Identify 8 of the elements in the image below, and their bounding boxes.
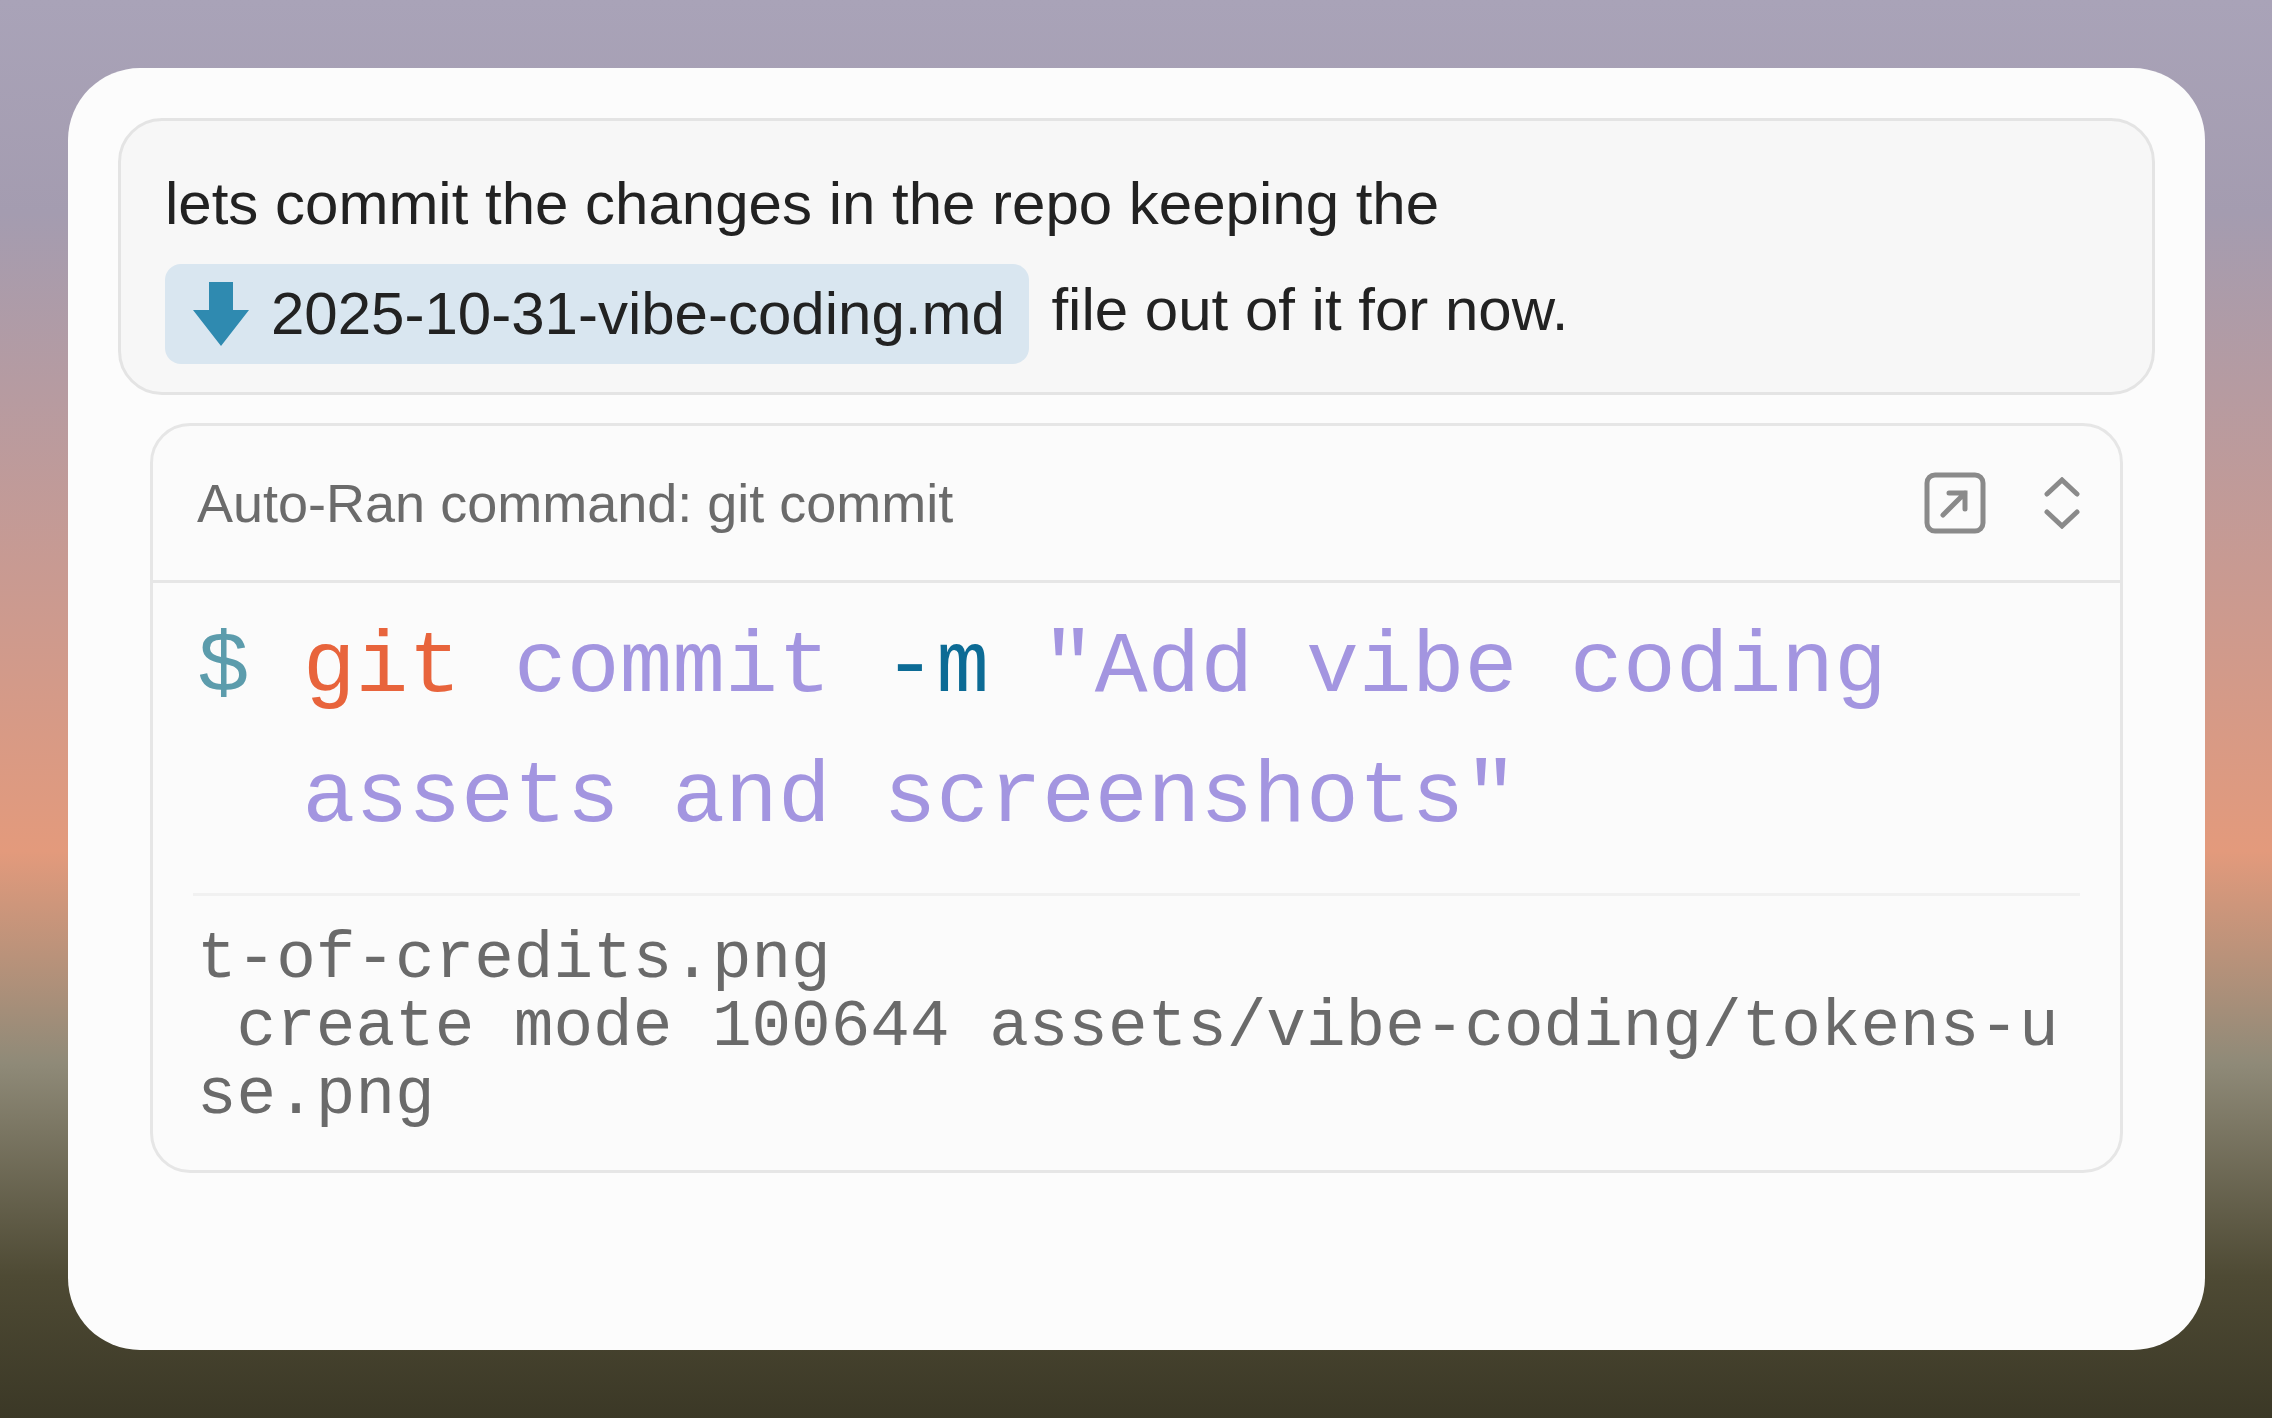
down-arrow-icon [193, 282, 249, 347]
prompt-text: lets commit the changes in the repo keeping the 2025-10-31-vibe-coding.md file out of it for now. [165, 151, 2108, 365]
command-output: t-of-credits.png create mode 100644 assets/vibe-coding/tokens-u se.png [193, 893, 2080, 1171]
command-title: Auto-Ran command: git commit [197, 472, 955, 535]
command-code: $ git commit -m "Add vibe coding assets and screenshots" [196, 617, 1888, 850]
file-chip[interactable]: 2025-10-31-vibe-coding.md [165, 264, 1029, 365]
open-external-icon[interactable] [1924, 472, 1986, 535]
expand-collapse-icon[interactable] [2044, 477, 2080, 530]
